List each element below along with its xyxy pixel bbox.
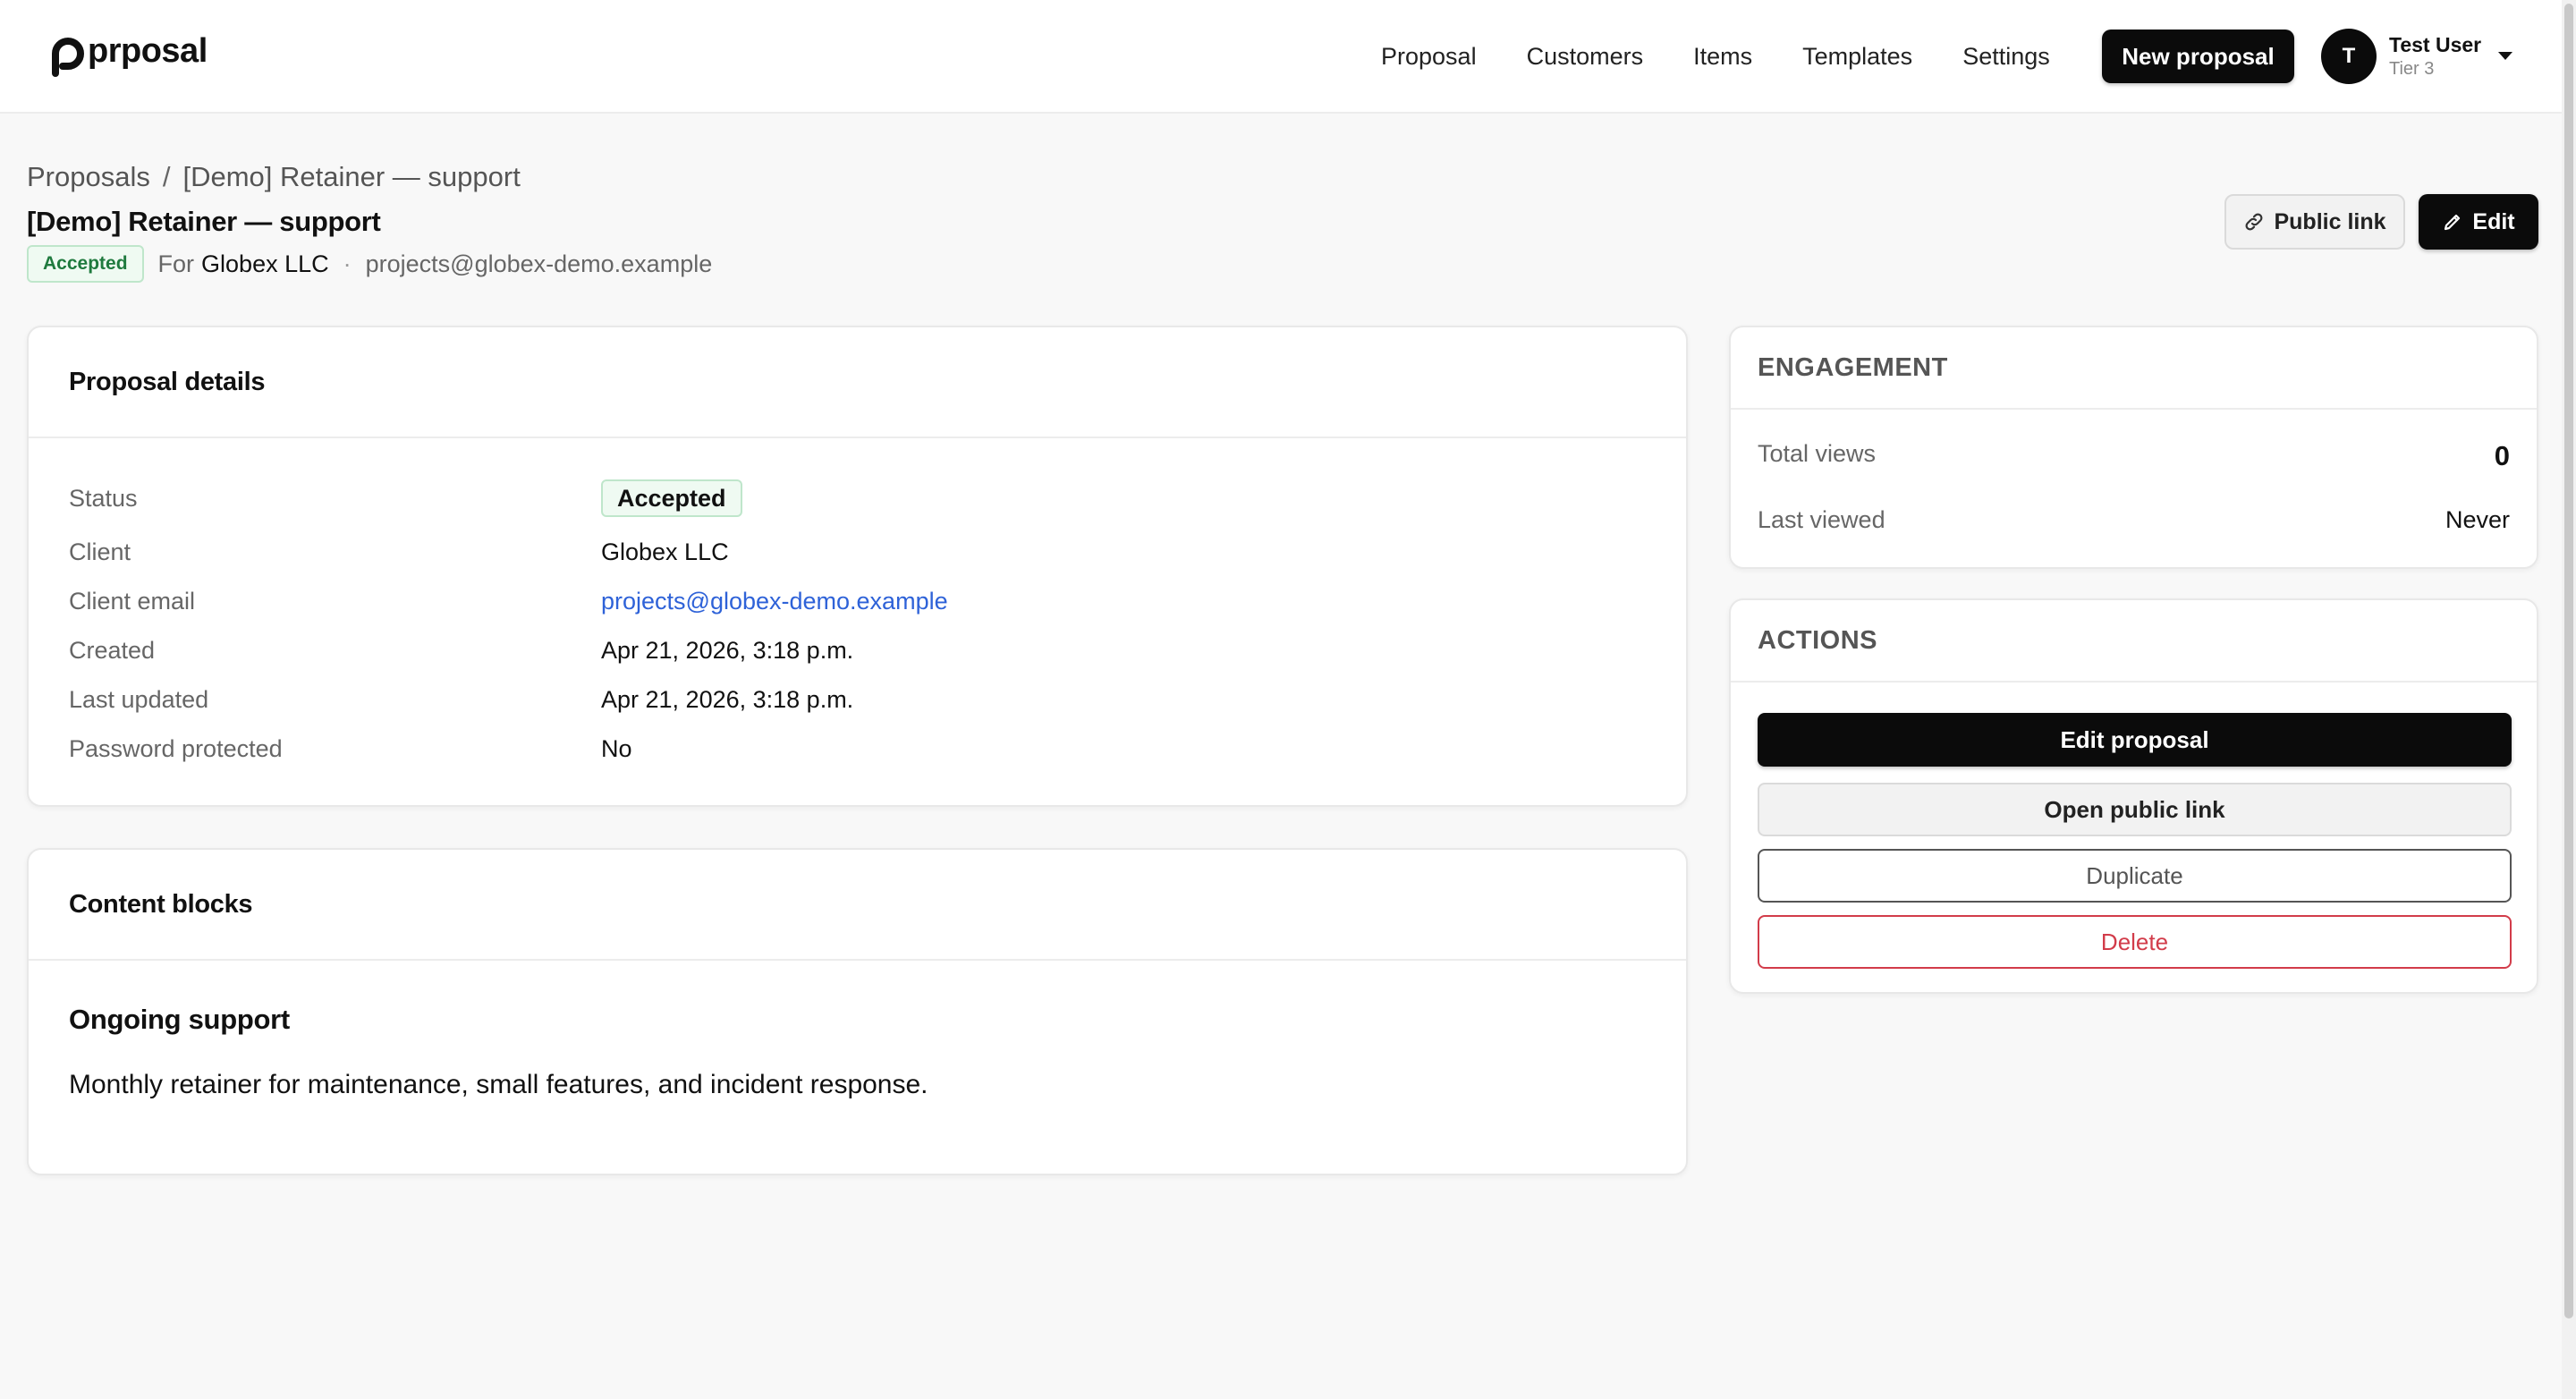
edit-proposal-button[interactable]: Edit proposal	[1758, 713, 2512, 767]
for-label: For	[157, 250, 195, 277]
detail-label: Password protected	[69, 735, 283, 762]
breadcrumb-current: [Demo] Retainer — support	[182, 161, 521, 192]
open-public-link-button[interactable]: Open public link	[1758, 783, 2512, 836]
nav-items[interactable]: Items	[1693, 43, 1752, 71]
client-email: projects@globex-demo.example	[365, 250, 713, 277]
last-viewed-row: Last viewed Never	[1758, 506, 2510, 534]
client-email-link[interactable]: projects@globex-demo.example	[601, 588, 948, 615]
content-block-text: Monthly retainer for maintenance, small …	[69, 1070, 928, 1099]
client-name: Globex LLC	[201, 250, 329, 277]
nav-templates[interactable]: Templates	[1802, 43, 1912, 71]
detail-label: Created	[69, 637, 156, 664]
card-header: ACTIONS	[1731, 600, 2537, 683]
total-views-row: Total views 0	[1758, 440, 2510, 472]
content-block-title: Ongoing support	[69, 1004, 290, 1035]
logo-icon	[52, 38, 84, 77]
detail-label: Client	[69, 538, 131, 565]
last-viewed-label: Last viewed	[1758, 506, 1885, 533]
detail-label: Client email	[69, 588, 196, 615]
proposal-details-card: Proposal details Status Accepted Client …	[27, 326, 1688, 807]
avatar: T	[2321, 29, 2377, 84]
user-menu[interactable]: T Test User Tier 3	[2321, 29, 2481, 84]
detail-label: Last updated	[69, 686, 209, 713]
public-link-button[interactable]: Public link	[2224, 194, 2405, 250]
link-icon	[2246, 213, 2263, 231]
card-title: Proposal details	[69, 367, 266, 396]
proposal-meta: Accepted For Globex LLC · projects@globe…	[27, 245, 712, 283]
scrollbar[interactable]	[2562, 0, 2576, 1399]
public-link-label: Public link	[2274, 208, 2386, 234]
detail-label: Status	[69, 485, 138, 512]
brand-name: prposal	[88, 31, 208, 70]
user-tier: Tier 3	[2389, 58, 2435, 79]
total-views-label: Total views	[1758, 440, 1877, 467]
nav-settings[interactable]: Settings	[1962, 43, 2050, 71]
breadcrumb: Proposals / [Demo] Retainer — support	[27, 161, 521, 193]
breadcrumb-separator: /	[162, 161, 171, 192]
detail-value: Apr 21, 2026, 3:18 p.m.	[601, 686, 854, 713]
breadcrumb-proposals[interactable]: Proposals	[27, 161, 150, 192]
engagement-card: ENGAGEMENT Total views 0 Last viewed Nev…	[1729, 326, 2538, 569]
pencil-icon	[2445, 214, 2461, 231]
total-views-value: 0	[2494, 440, 2510, 471]
card-title: ENGAGEMENT	[1758, 352, 1948, 382]
edit-button[interactable]: Edit	[2419, 194, 2538, 250]
scrollbar-thumb[interactable]	[2564, 4, 2573, 1318]
nav-customers[interactable]: Customers	[1527, 43, 1644, 71]
user-info: Test User Tier 3	[2389, 33, 2482, 79]
chevron-down-icon[interactable]	[2498, 52, 2512, 60]
page-title: [Demo] Retainer — support	[27, 206, 381, 237]
duplicate-button[interactable]: Duplicate	[1758, 849, 2512, 903]
card-header: ENGAGEMENT	[1731, 327, 2537, 410]
brand-logo[interactable]: prposal	[41, 30, 208, 77]
card-title: Content blocks	[69, 889, 253, 919]
actions-card: ACTIONS Edit proposal Open public link D…	[1729, 598, 2538, 994]
detail-value: Globex LLC	[601, 538, 729, 565]
content-blocks-card: Content blocks Ongoing support Monthly r…	[27, 848, 1688, 1175]
detail-value: Apr 21, 2026, 3:18 p.m.	[601, 637, 854, 664]
meta-separator: ·	[343, 250, 352, 277]
detail-value: No	[601, 735, 632, 762]
main-nav: Proposal Customers Items Templates Setti…	[1381, 0, 2050, 114]
nav-proposal[interactable]: Proposal	[1381, 43, 1477, 71]
last-viewed-value: Never	[2445, 506, 2510, 533]
status-badge: Accepted	[27, 245, 144, 283]
status-badge: Accepted	[601, 479, 742, 517]
card-title: ACTIONS	[1758, 625, 1877, 655]
top-navbar: prposal Proposal Customers Items Templat…	[0, 0, 2562, 114]
card-header: Content blocks	[29, 850, 1686, 961]
delete-button[interactable]: Delete	[1758, 915, 2512, 969]
user-name: Test User	[2389, 33, 2482, 57]
new-proposal-button[interactable]: New proposal	[2102, 30, 2294, 83]
card-header: Proposal details	[29, 327, 1686, 438]
edit-label: Edit	[2472, 208, 2515, 234]
